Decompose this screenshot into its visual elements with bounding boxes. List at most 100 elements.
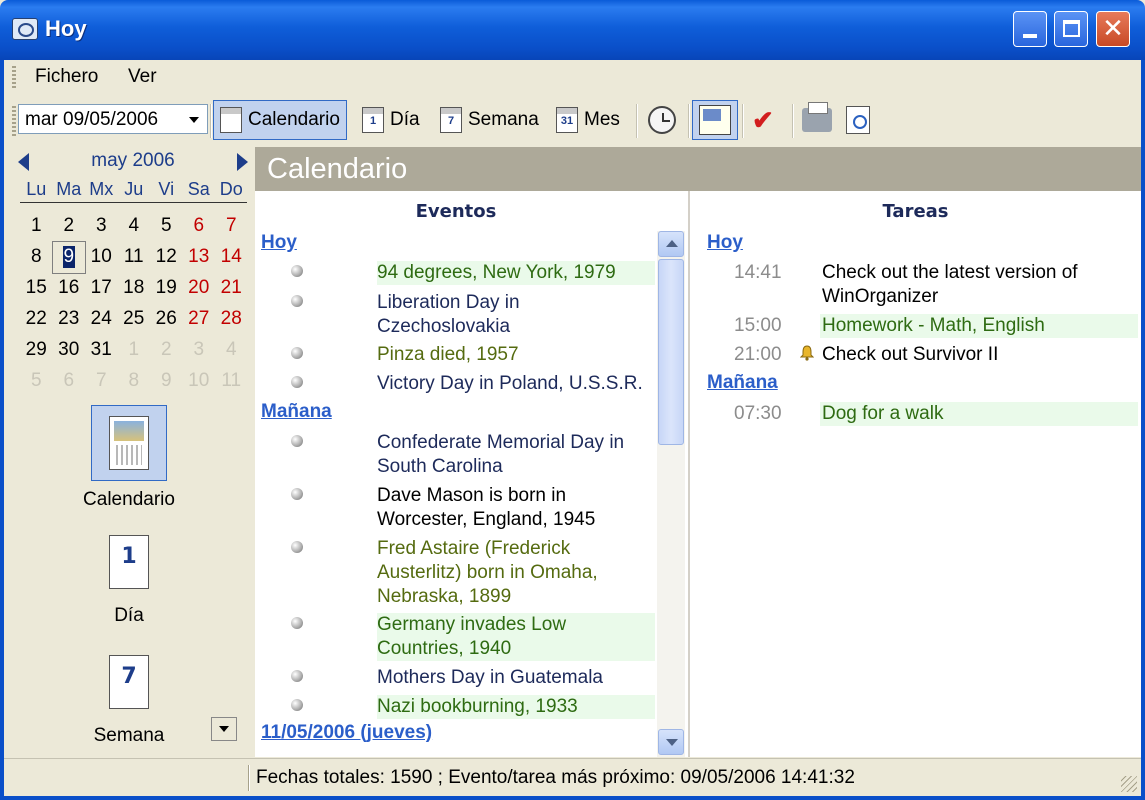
planner-view-button[interactable] [692, 100, 738, 140]
event-text: Fred Astaire (Frederick Austerlitz) born… [377, 538, 598, 607]
task-time: 07:30 [734, 403, 782, 424]
calendar-days: 1 2 3 4 5 6 7 8 9 10 11 12 13 14 15 16 1… [20, 211, 247, 397]
reminders-button[interactable] [642, 100, 682, 140]
calendar-day-other-month[interactable]: 5 [20, 366, 53, 397]
calendar-day[interactable]: 10 [85, 242, 118, 273]
calendar-day[interactable]: 14 [215, 242, 248, 273]
calendar-day[interactable]: 1 [20, 211, 53, 242]
semana-button[interactable]: 7 Semana [434, 100, 545, 140]
event-item[interactable]: Dave Mason is born in Worcester, England… [255, 484, 655, 532]
task-item[interactable]: 07:30 Dog for a walk [690, 402, 1141, 426]
calendar-day-other-month[interactable]: 11 [215, 366, 248, 397]
calendar-day-other-month[interactable]: 3 [183, 335, 216, 366]
event-item[interactable]: Fred Astaire (Frederick Austerlitz) born… [255, 537, 655, 609]
mes-button[interactable]: 31 Mes [550, 100, 626, 140]
tasks-check-button[interactable]: ✔ [746, 100, 780, 140]
app-icon[interactable] [12, 18, 38, 40]
calendar-day[interactable]: 23 [53, 304, 86, 335]
scroll-down-icon[interactable] [658, 729, 684, 755]
event-item[interactable]: Germany invades Low Countries, 1940 [255, 613, 655, 661]
tasks-section-hoy[interactable]: Hoy [707, 232, 743, 254]
task-time: 14:41 [734, 262, 782, 283]
print-button[interactable] [796, 100, 838, 140]
dia-button[interactable]: 1 Día [356, 100, 426, 140]
calendar-day[interactable]: 26 [150, 304, 183, 335]
window-frame-bottom [0, 796, 1145, 800]
calendar-day[interactable]: 13 [183, 242, 216, 273]
bullet-icon [291, 670, 303, 682]
calendar-day-selected[interactable]: 9 [51, 241, 86, 274]
printer-icon [802, 102, 832, 132]
maximize-button[interactable] [1054, 11, 1088, 47]
nav-dia[interactable]: 1 Día [4, 535, 254, 627]
calendar-day[interactable]: 27 [183, 304, 216, 335]
calendar-day-other-month[interactable]: 2 [150, 335, 183, 366]
calendar-day-other-month[interactable]: 1 [118, 335, 151, 366]
calendar-day[interactable]: 20 [183, 273, 216, 304]
next-month-icon[interactable] [237, 153, 248, 171]
calendar-day[interactable]: 6 [183, 211, 216, 242]
nav-calendario[interactable]: Calendario [4, 405, 254, 511]
event-item[interactable]: Pinza died, 1957 [255, 343, 655, 367]
task-item[interactable]: 21:00 Check out Survivor II [690, 343, 1141, 367]
calendar-day[interactable]: 30 [53, 335, 86, 366]
event-item[interactable]: Liberation Day in Czechoslovakia [255, 291, 655, 339]
scroll-up-icon[interactable] [658, 231, 684, 257]
calendar-day[interactable]: 7 [215, 211, 248, 242]
events-scrollbar[interactable] [657, 231, 685, 757]
calendar-day[interactable]: 18 [118, 273, 151, 304]
calendar-day[interactable]: 25 [118, 304, 151, 335]
calendar-day[interactable]: 16 [53, 273, 86, 304]
calendar-day[interactable]: 15 [20, 273, 53, 304]
calendar-day[interactable]: 11 [118, 242, 151, 273]
resize-grip-icon[interactable] [1121, 776, 1137, 792]
calendar-day-other-month[interactable]: 4 [215, 335, 248, 366]
calendar-day[interactable]: 19 [150, 273, 183, 304]
calendar-day[interactable]: 5 [150, 211, 183, 242]
event-item[interactable]: Confederate Memorial Day in South Caroli… [255, 431, 655, 479]
nav-scroll-down-button[interactable] [211, 717, 237, 741]
event-item[interactable]: 94 degrees, New York, 1979 [255, 261, 655, 285]
menu-fichero[interactable]: Fichero [35, 66, 98, 88]
tasks-section-manana[interactable]: Mañana [707, 372, 778, 394]
calendar-day-other-month[interactable]: 8 [118, 366, 151, 397]
calendar-day[interactable]: 29 [20, 335, 53, 366]
event-text: Dave Mason is born in Worcester, England… [377, 485, 596, 530]
previous-month-icon[interactable] [18, 153, 29, 171]
minimize-button[interactable] [1013, 11, 1047, 47]
calendar-day[interactable]: 31 [85, 335, 118, 366]
calendar-day-other-month[interactable]: 9 [150, 366, 183, 397]
calendar-day[interactable]: 3 [85, 211, 118, 242]
events-section-hoy[interactable]: Hoy [261, 232, 297, 254]
scrollbar-thumb[interactable] [658, 259, 684, 445]
task-item[interactable]: 15:00 Homework - Math, English [690, 314, 1141, 338]
status-bar: Fechas totales: 1590 ; Evento/tarea más … [4, 758, 1141, 796]
events-section-next-date[interactable]: 11/05/2006 (jueves) [261, 722, 432, 744]
menu-ver[interactable]: Ver [128, 66, 157, 88]
calendar-day[interactable]: 8 [20, 242, 53, 273]
event-item[interactable]: Mothers Day in Guatemala [255, 666, 655, 690]
calendar-day-other-month[interactable]: 6 [53, 366, 86, 397]
calendar-day[interactable]: 28 [215, 304, 248, 335]
date-picker[interactable]: mar 09/05/2006 [18, 104, 208, 134]
events-section-manana[interactable]: Mañana [261, 401, 332, 423]
calendar-day[interactable]: 12 [150, 242, 183, 273]
nav-dia-label: Día [114, 605, 144, 626]
calendar-day[interactable]: 4 [118, 211, 151, 242]
event-item[interactable]: Nazi bookburning, 1933 [255, 695, 655, 719]
event-item[interactable]: Victory Day in Poland, U.S.S.R. [255, 372, 655, 396]
calendar-day[interactable]: 2 [53, 211, 86, 242]
calendar-day-other-month[interactable]: 7 [85, 366, 118, 397]
calendar-day[interactable]: 24 [85, 304, 118, 335]
close-button[interactable]: ✕ [1096, 11, 1130, 47]
calendario-button[interactable]: Calendario [213, 100, 347, 140]
calendar-day-other-month[interactable]: 10 [183, 366, 216, 397]
weekday-label: Mx [89, 179, 114, 199]
chevron-down-icon[interactable] [183, 107, 205, 131]
calendar-day[interactable]: 22 [20, 304, 53, 335]
task-item[interactable]: 14:41 Check out the latest version of Wi… [690, 261, 1141, 309]
calendar-day[interactable]: 21 [215, 273, 248, 304]
print-preview-button[interactable] [840, 100, 876, 140]
calendar-day[interactable]: 17 [85, 273, 118, 304]
tasks-column: Tareas Hoy 14:41 Check out the latest ve… [688, 191, 1141, 757]
